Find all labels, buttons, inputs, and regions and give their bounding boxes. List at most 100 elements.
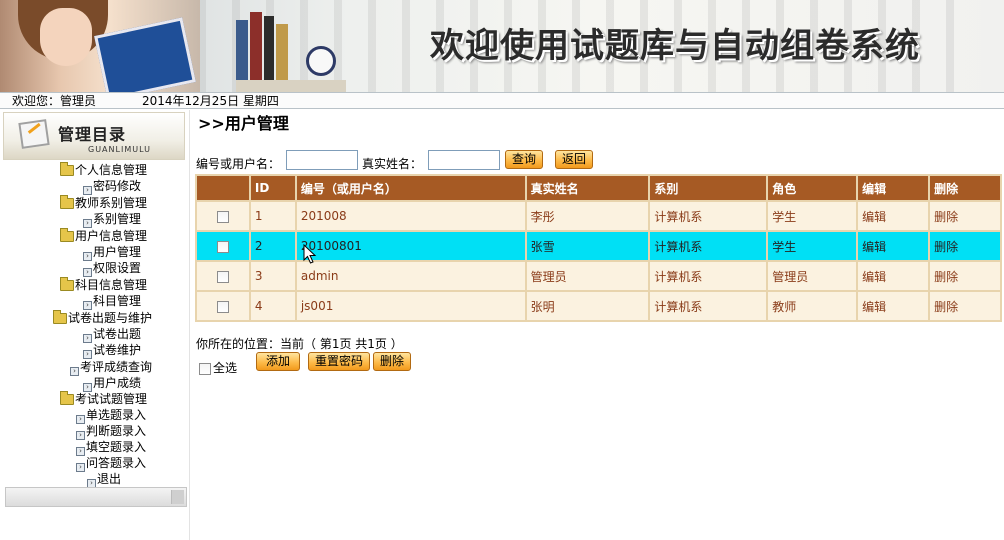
username-label: 编号或用户名： xyxy=(196,157,281,171)
sidebar-item-personal-info[interactable]: 个人信息管理 xyxy=(60,162,147,178)
row-checkbox-cell xyxy=(197,262,249,290)
delete-link[interactable]: 删除 xyxy=(930,232,1000,260)
select-all[interactable]: 全选 xyxy=(199,359,237,376)
sidebar-item-true-false[interactable]: › 判断题录入 xyxy=(76,423,146,440)
cell-username: admin xyxy=(296,262,525,290)
select-all-checkbox[interactable] xyxy=(199,362,211,375)
sidebar-item-label: 系别管理 xyxy=(93,212,142,226)
sidebar-item-label: 退出 xyxy=(97,472,122,486)
sidebar-item-create-paper[interactable]: › 试卷出题 xyxy=(83,326,142,343)
header-real-name: 真实姓名 xyxy=(526,176,649,200)
cell-role: 学生 xyxy=(768,202,857,230)
sidebar-item-subject-manage[interactable]: › 科目管理 xyxy=(83,293,142,310)
edit-link[interactable]: 编辑 xyxy=(858,232,929,260)
row-checkbox[interactable] xyxy=(216,300,229,313)
table-row[interactable]: 2 20100801 张雪 计算机系 学生 编辑 删除 xyxy=(197,232,1000,260)
sidebar-item-fill-blank[interactable]: › 填空题录入 xyxy=(76,439,147,456)
reset-password-button[interactable]: 重置密码 xyxy=(308,352,371,371)
row-checkbox-cell xyxy=(197,292,249,320)
bullet-icon: › xyxy=(76,463,85,472)
select-all-label: 全选 xyxy=(213,361,238,375)
sidebar-item-qa[interactable]: › 问答题录入 xyxy=(76,455,147,472)
back-button[interactable]: 返回 xyxy=(555,150,594,169)
cell-username: js001 xyxy=(296,292,525,320)
cell-role: 管理员 xyxy=(768,262,857,290)
cell-real-name: 张明 xyxy=(526,292,649,320)
sidebar-item-user-scores[interactable]: › 用户成绩 xyxy=(83,375,141,392)
query-button[interactable]: 查询 xyxy=(505,150,544,169)
sidebar-item-question-manage[interactable]: 考试试题管理 xyxy=(60,391,147,407)
table-row[interactable]: 3 admin 管理员 计算机系 管理员 编辑 删除 xyxy=(197,262,1000,290)
clock-icon xyxy=(306,46,336,76)
delete-link[interactable]: 删除 xyxy=(930,202,1000,230)
sidebar-item-label: 个人信息管理 xyxy=(75,163,148,177)
sidebar-item-label: 权限设置 xyxy=(93,261,142,275)
row-checkbox[interactable] xyxy=(216,210,229,223)
cell-department: 计算机系 xyxy=(650,202,767,230)
sidebar-subtitle: GUANLIMULU xyxy=(88,145,151,154)
sidebar-item-user-info[interactable]: 用户信息管理 xyxy=(60,228,147,244)
delete-link[interactable]: 删除 xyxy=(930,292,1000,320)
sidebar-item-label: 考试试题管理 xyxy=(75,392,148,406)
sidebar-item-change-password[interactable]: › 密码修改 xyxy=(83,178,142,195)
header-checkbox xyxy=(197,176,249,200)
username-input[interactable] xyxy=(286,150,358,170)
header-username: 编号（或用户名） xyxy=(296,176,525,200)
banner-books-illustration xyxy=(236,6,346,92)
cell-role: 教师 xyxy=(768,292,857,320)
bullet-icon: › xyxy=(83,268,92,277)
cell-id: 3 xyxy=(250,262,295,290)
table-row[interactable]: 1 201008 李彤 计算机系 学生 编辑 删除 xyxy=(197,202,1000,230)
folder-icon xyxy=(60,391,74,405)
sidebar-item-permissions[interactable]: › 权限设置 xyxy=(83,260,142,277)
sidebar-item-teacher-dept[interactable]: 教师系别管理 xyxy=(60,195,147,211)
sidebar-item-single-choice[interactable]: › 单选题录入 xyxy=(76,407,146,424)
edit-link[interactable]: 编辑 xyxy=(858,262,929,290)
folder-icon xyxy=(60,277,74,291)
sidebar-item-dept-manage[interactable]: › 系别管理 xyxy=(83,211,142,228)
sidebar-item-label: 考评成绩查询 xyxy=(80,360,153,374)
sidebar-header: 管理目录 GUANLIMULU xyxy=(3,112,185,160)
header-role: 角色 xyxy=(768,176,857,200)
sidebar-item-score-query[interactable]: › 考评成绩查询 xyxy=(70,359,153,376)
table-row[interactable]: 4 js001 张明 计算机系 教师 编辑 删除 xyxy=(197,292,1000,320)
pagination-position: 你所在的位置：当前（ 第1页 共1页 ） xyxy=(196,337,403,351)
sidebar-item-exam-paper[interactable]: 试卷出题与维护 xyxy=(53,310,152,326)
edit-link[interactable]: 编辑 xyxy=(858,202,929,230)
sidebar-item-maintain-paper[interactable]: › 试卷维护 xyxy=(83,342,142,359)
sidebar-scrollbar[interactable] xyxy=(5,487,187,507)
header-department: 系别 xyxy=(650,176,767,200)
sidebar-item-label: 问答题录入 xyxy=(86,456,147,470)
sidebar-title: 管理目录 xyxy=(58,125,127,144)
header-banner: 欢迎使用试题库与自动组卷系统 xyxy=(0,0,1004,92)
sidebar-item-label: 密码修改 xyxy=(93,179,142,193)
cell-department: 计算机系 xyxy=(650,262,767,290)
sidebar-item-label: 用户信息管理 xyxy=(75,229,148,243)
bullet-icon: › xyxy=(83,186,92,195)
mouse-cursor-icon xyxy=(303,244,317,264)
cell-username: 20100801 xyxy=(296,232,525,260)
table-header-row: ID 编号（或用户名） 真实姓名 系别 角色 编辑 删除 xyxy=(197,176,1000,200)
cell-real-name: 李彤 xyxy=(526,202,649,230)
system-title: 欢迎使用试题库与自动组卷系统 xyxy=(430,26,920,66)
row-checkbox[interactable] xyxy=(216,240,229,253)
row-checkbox[interactable] xyxy=(216,270,229,283)
cell-real-name: 管理员 xyxy=(526,262,649,290)
current-date: 2014年12月25日 星期四 xyxy=(142,94,279,108)
sidebar-item-label: 填空题录入 xyxy=(86,440,147,454)
realname-label: 真实姓名： xyxy=(362,157,423,171)
delete-button[interactable]: 删除 xyxy=(373,352,412,371)
sidebar-item-label: 试卷出题 xyxy=(93,327,142,341)
edit-link[interactable]: 编辑 xyxy=(858,292,929,320)
delete-link[interactable]: 删除 xyxy=(930,262,1000,290)
sidebar-item-user-manage[interactable]: › 用户管理 xyxy=(83,244,141,261)
realname-input[interactable] xyxy=(428,150,500,170)
add-button[interactable]: 添加 xyxy=(256,352,301,371)
sidebar-item-label: 教师系别管理 xyxy=(75,196,148,210)
sidebar-item-label: 试卷维护 xyxy=(93,343,142,357)
sidebar-item-label: 试卷出题与维护 xyxy=(68,311,153,325)
sidebar-item-logout[interactable]: › 退出 xyxy=(87,471,122,488)
sidebar-item-subject-info[interactable]: 科目信息管理 xyxy=(60,277,147,293)
sidebar-item-label: 科目管理 xyxy=(93,294,142,308)
status-bar: 欢迎您：管理员 2014年12月25日 星期四 xyxy=(0,92,1004,109)
